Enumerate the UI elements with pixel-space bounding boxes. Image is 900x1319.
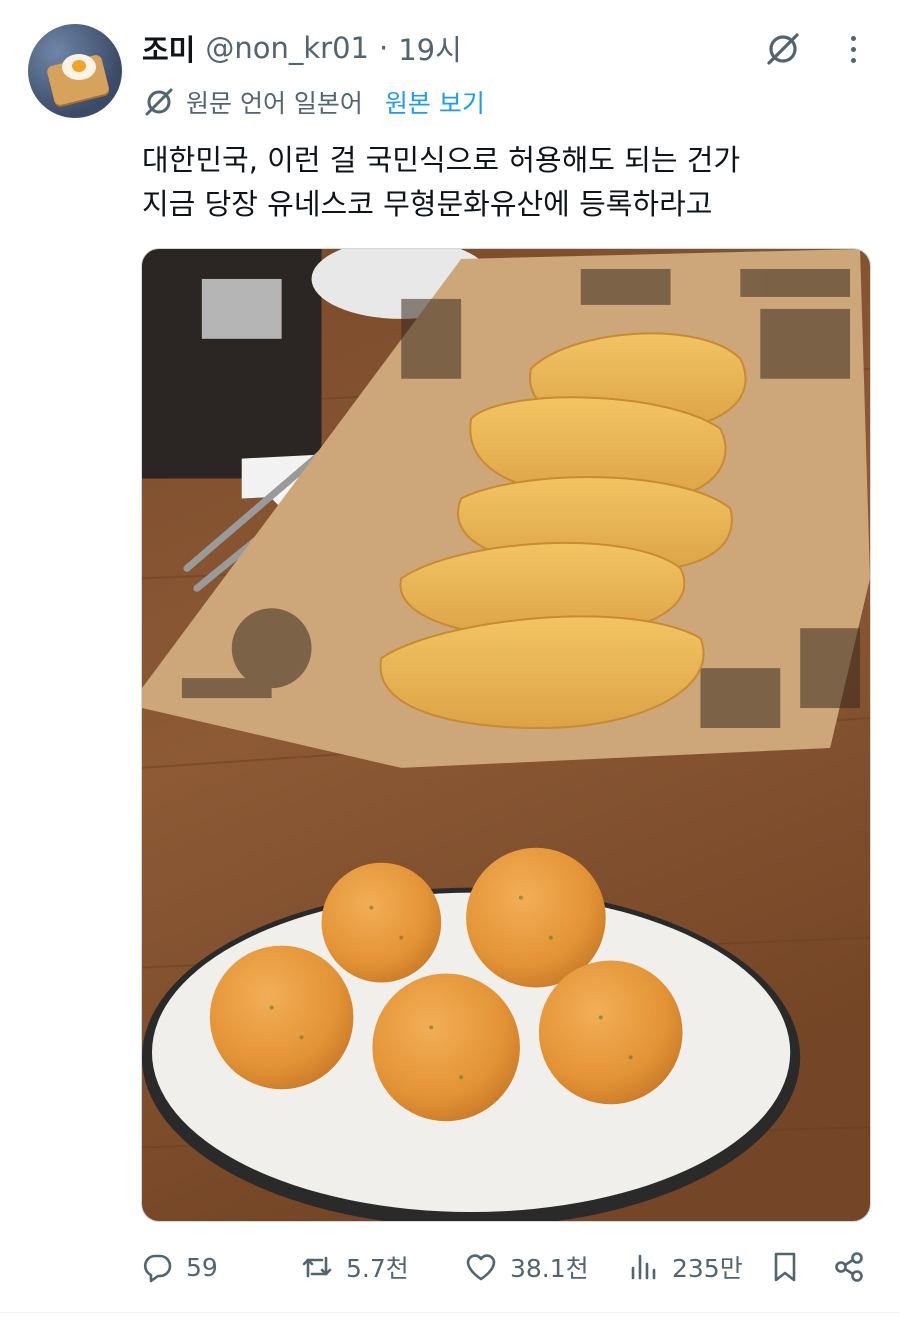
display-name[interactable]: 조미 [142, 27, 195, 69]
user-handle[interactable]: @non_kr01 [205, 31, 369, 65]
repost-count: 5.7천 [346, 1254, 409, 1283]
action-bar: 59 5.7천 38.1천 235만 [0, 1240, 900, 1294]
timestamp[interactable]: 19시 [398, 27, 462, 69]
like-count: 38.1천 [510, 1254, 589, 1283]
tweet-header: 조미 @non_kr01 · 19시 [142, 28, 462, 68]
repost-icon [302, 1256, 332, 1278]
reply-count: 59 [186, 1252, 218, 1282]
reply-button[interactable]: 59 [140, 1240, 218, 1294]
share-button[interactable] [832, 1240, 866, 1294]
bookmark-icon [774, 1252, 796, 1282]
more-options-icon[interactable] [838, 30, 868, 68]
divider [0, 1312, 900, 1313]
repost-button[interactable]: 5.7천 [300, 1240, 409, 1294]
tweet-line: 대한민국, 이런 걸 국민식으로 허용해도 되는 건가 [142, 143, 741, 177]
tweet-text: 대한민국, 이런 걸 국민식으로 허용해도 되는 건가 지금 당장 유네스코 무… [142, 138, 882, 226]
views-count: 235만 [672, 1254, 743, 1283]
avatar[interactable] [28, 24, 122, 118]
translation-row: 원문 언어 일본어 원본 보기 [142, 84, 485, 120]
avatar-yolk [72, 60, 86, 72]
show-original-link[interactable]: 원본 보기 [385, 84, 485, 120]
translation-label: 원문 언어 일본어 [186, 89, 363, 118]
like-button[interactable]: 38.1천 [464, 1240, 589, 1294]
reply-icon [143, 1254, 172, 1283]
translate-icon [145, 88, 173, 116]
share-icon [835, 1252, 863, 1282]
tweet-line: 지금 당장 유네스코 무형문화유산에 등록하라고 [142, 187, 713, 221]
views-chart-icon [631, 1254, 656, 1280]
separator-dot: · [379, 31, 389, 65]
views-button[interactable]: 235만 [626, 1240, 743, 1294]
grok-icon[interactable] [764, 30, 802, 68]
tweet-photo[interactable] [141, 248, 871, 1222]
bookmark-button[interactable] [768, 1240, 802, 1294]
chicken-photo [142, 249, 870, 1221]
heart-icon [466, 1254, 496, 1281]
